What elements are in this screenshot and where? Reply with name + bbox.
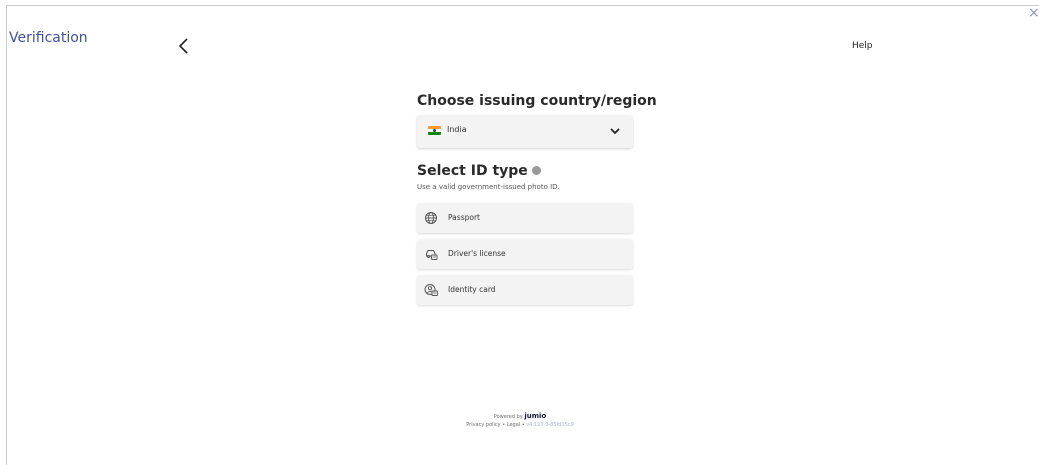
id-option-label: Driver's license bbox=[448, 249, 506, 258]
footer-separator: • bbox=[502, 422, 506, 428]
id-option-passport[interactable]: Passport bbox=[417, 203, 633, 233]
powered-by: Powered by jumio bbox=[420, 412, 620, 421]
country-select[interactable]: India bbox=[417, 115, 633, 148]
privacy-policy-link[interactable]: Privacy policy bbox=[466, 422, 500, 428]
country-select-value: India bbox=[447, 125, 467, 134]
footer-separator: • bbox=[521, 422, 525, 428]
info-icon[interactable] bbox=[531, 165, 541, 175]
id-option-drivers-license[interactable]: Driver's license bbox=[417, 239, 633, 269]
main-panel: Choose issuing country/region India Sele… bbox=[417, 93, 657, 305]
version-text: v4.123.0-85fd15c9 bbox=[526, 422, 574, 428]
close-button[interactable]: × bbox=[1028, 6, 1039, 20]
back-button[interactable] bbox=[176, 36, 192, 56]
car-card-icon bbox=[426, 250, 438, 260]
jumio-logo: jumio bbox=[524, 412, 547, 420]
india-flag-icon bbox=[428, 126, 441, 135]
chevron-left-icon bbox=[178, 38, 188, 54]
powered-by-text: Powered by bbox=[493, 414, 523, 420]
country-heading: Choose issuing country/region bbox=[417, 93, 657, 109]
id-type-heading: Select ID type bbox=[417, 163, 541, 179]
chevron-down-icon bbox=[610, 128, 620, 135]
id-option-identity-card[interactable]: Identity card bbox=[417, 275, 633, 305]
id-type-heading-text: Select ID type bbox=[417, 163, 528, 179]
page-title: Verification bbox=[9, 30, 88, 46]
footer: Powered by jumio Privacy policy • Legal … bbox=[420, 412, 620, 429]
legal-link[interactable]: Legal bbox=[507, 422, 520, 428]
help-link[interactable]: Help bbox=[852, 41, 873, 51]
person-card-icon bbox=[424, 284, 438, 296]
footer-links: Privacy policy • Legal • v4.123.0-85fd15… bbox=[420, 421, 620, 429]
id-option-label: Passport bbox=[448, 213, 480, 222]
id-type-subtitle: Use a valid government-issued photo ID. bbox=[417, 183, 560, 191]
globe-icon bbox=[425, 212, 437, 224]
id-type-list: Passport Driver's license Identity card bbox=[417, 203, 633, 311]
id-option-label: Identity card bbox=[448, 285, 496, 294]
